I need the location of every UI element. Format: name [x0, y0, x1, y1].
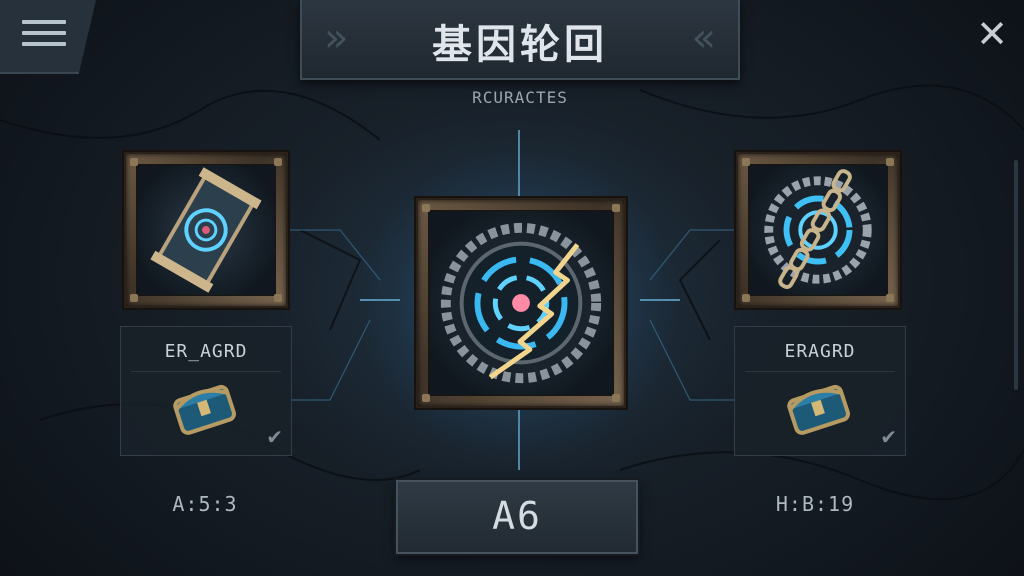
game-screen: » « 基因轮回 RCURACTES ✕ ER_AGRD ✔ A:5:3 ERA…: [0, 0, 1024, 576]
gear-lightning-icon: [440, 222, 602, 384]
hamburger-menu-icon[interactable]: [22, 20, 66, 52]
right-slot-label: ERAGRD: [784, 341, 856, 362]
right-slot-panel[interactable]: ERAGRD ✔: [734, 326, 906, 456]
chained-gear-icon: [764, 169, 872, 289]
confirm-button[interactable]: A6: [396, 480, 638, 554]
right-stat-value: H:B:19: [775, 492, 855, 516]
scroll-target-icon: [150, 167, 262, 293]
title-banner: » « 基因轮回: [300, 0, 740, 80]
left-slot-panel[interactable]: ER_AGRD ✔: [120, 326, 292, 456]
page-subtitle: RCURACTES: [472, 88, 568, 107]
page-title: 基因轮回: [432, 22, 608, 68]
close-icon[interactable]: ✕: [972, 14, 1012, 54]
center-gene-core[interactable]: [416, 198, 626, 408]
left-stat-value: A:5:3: [172, 492, 238, 516]
scrollbar[interactable]: [1014, 160, 1018, 390]
right-gene-slot[interactable]: [736, 152, 900, 308]
checkmark-icon: ✔: [880, 425, 897, 449]
left-gene-slot[interactable]: [124, 152, 288, 308]
left-slot-label: ER_AGRD: [164, 341, 248, 362]
confirm-button-label: A6: [492, 494, 542, 538]
chest-icon: [787, 384, 850, 435]
chest-icon: [173, 384, 236, 435]
checkmark-icon: ✔: [266, 425, 283, 449]
